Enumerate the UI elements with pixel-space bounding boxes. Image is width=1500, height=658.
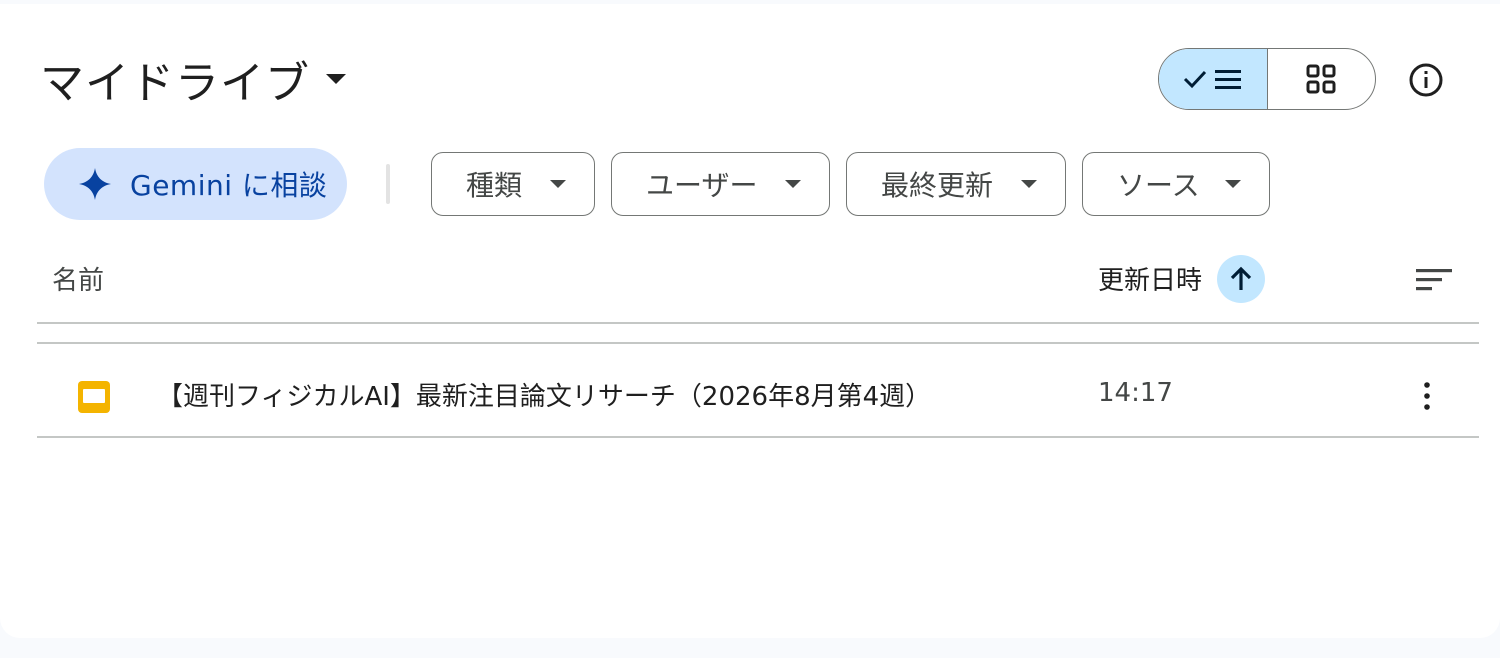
filter-source-label: ソース	[1117, 169, 1200, 202]
list-top-divider	[37, 342, 1479, 344]
filter-people-label: ユーザー	[646, 169, 758, 202]
page-title: マイドライブ	[40, 58, 310, 109]
gemini-sparkle-icon	[79, 168, 111, 200]
header-divider	[37, 322, 1479, 324]
details-button[interactable]	[1402, 56, 1450, 104]
caret-down-icon	[550, 180, 566, 188]
filter-source-chip[interactable]: ソース	[1082, 152, 1270, 216]
my-drive-title-menu[interactable]: マイドライブ	[40, 44, 346, 114]
caret-down-icon	[326, 74, 346, 84]
ask-gemini-button[interactable]: Gemini に相談	[44, 148, 347, 220]
filter-modified-chip[interactable]: 最終更新	[846, 152, 1066, 216]
filter-type-label: 種類	[466, 169, 523, 202]
arrow-up-icon	[1230, 266, 1252, 290]
sort-options-button[interactable]	[1410, 260, 1458, 300]
check-list-icon	[1183, 70, 1241, 89]
caret-down-icon	[785, 180, 801, 188]
file-modified-time: 14:17	[1098, 378, 1173, 408]
view-toggle	[1158, 48, 1376, 110]
filter-people-chip[interactable]: ユーザー	[611, 152, 830, 216]
info-icon	[1409, 63, 1443, 97]
table-row[interactable]: 【週刊フィジカルAI】最新注目論文リサーチ（2026年8月第4週） 14:17	[37, 348, 1479, 442]
column-header-name[interactable]: 名前	[52, 260, 104, 297]
caret-down-icon	[1021, 180, 1037, 188]
grid-icon	[1306, 64, 1336, 94]
slides-file-icon	[78, 381, 110, 413]
sort-direction-button[interactable]	[1217, 255, 1265, 303]
row-divider	[37, 436, 1479, 438]
list-view-button[interactable]	[1159, 49, 1268, 109]
column-header-modified[interactable]: 更新日時	[1098, 260, 1202, 297]
filter-modified-label: 最終更新	[881, 169, 994, 202]
more-vert-icon	[1424, 382, 1430, 410]
caret-down-icon	[1225, 180, 1241, 188]
toolbar-divider	[386, 164, 390, 204]
sort-lines-icon	[1416, 269, 1452, 291]
file-name[interactable]: 【週刊フィジカルAI】最新注目論文リサーチ（2026年8月第4週）	[157, 376, 931, 413]
drive-main-panel: マイドライブ Gemini に相談 種類 ユーザー 最終更新 ソース 名前 更新…	[0, 4, 1500, 638]
ask-gemini-label: Gemini に相談	[130, 169, 328, 202]
grid-view-button[interactable]	[1268, 49, 1376, 109]
filter-type-chip[interactable]: 種類	[431, 152, 595, 216]
more-actions-button[interactable]	[1403, 372, 1451, 420]
